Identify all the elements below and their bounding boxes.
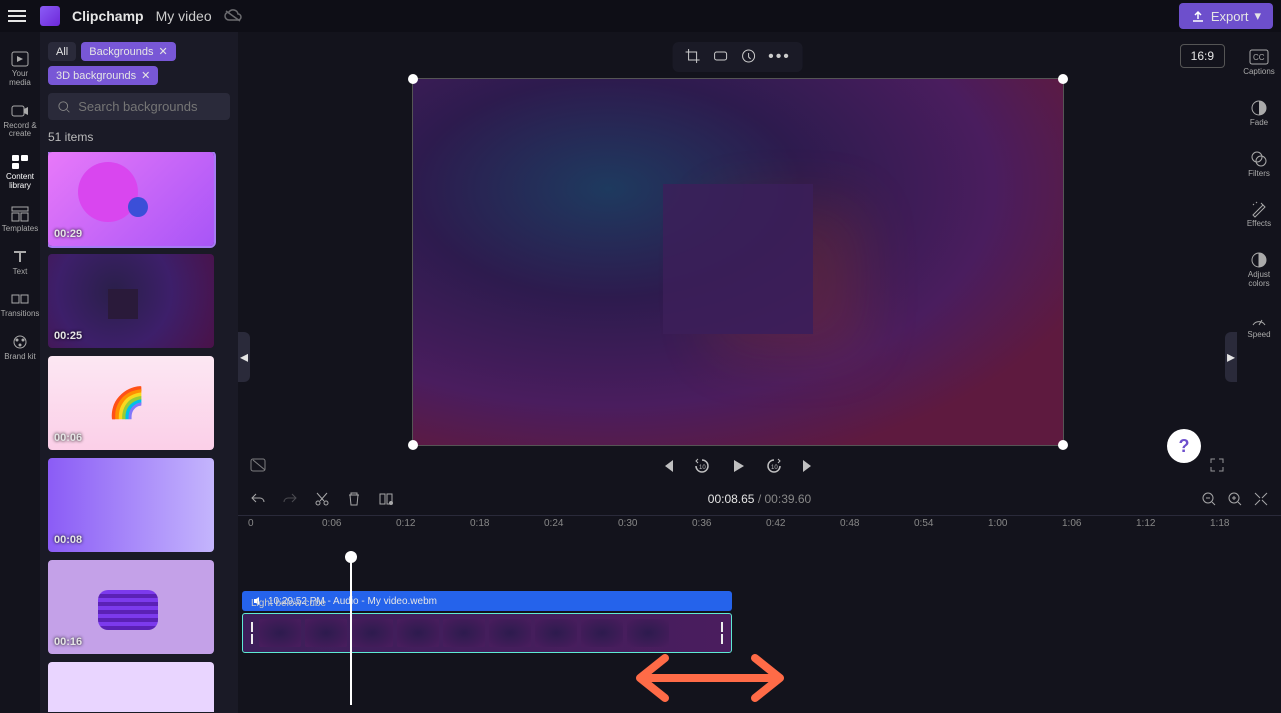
help-button[interactable]: ? bbox=[1167, 429, 1201, 463]
svg-text:10: 10 bbox=[699, 465, 706, 471]
zoom-in-icon[interactable] bbox=[1227, 491, 1243, 507]
brand-name: Clipchamp bbox=[72, 8, 144, 24]
zoom-out-icon[interactable] bbox=[1201, 491, 1217, 507]
menu-button[interactable] bbox=[8, 6, 28, 26]
video-clip[interactable]: Light below cube bbox=[242, 613, 732, 653]
search-icon bbox=[58, 100, 70, 114]
export-button[interactable]: Export ▾ bbox=[1179, 3, 1273, 29]
more-icon[interactable]: ••• bbox=[768, 48, 791, 66]
split-icon[interactable] bbox=[378, 491, 394, 507]
aspect-ratio-button[interactable]: 16:9 bbox=[1180, 44, 1225, 68]
forward-10-icon[interactable]: 10 bbox=[765, 457, 783, 475]
skip-end-icon[interactable] bbox=[801, 458, 817, 474]
undo-icon[interactable] bbox=[250, 491, 266, 507]
timeline-tracks[interactable]: 10:29:52 PM - Audio - My video.webm Ligh… bbox=[238, 535, 1281, 705]
nav-your-media[interactable]: Your media bbox=[0, 46, 40, 92]
skip-start-icon[interactable] bbox=[659, 458, 675, 474]
clip-label: Light below cube bbox=[251, 598, 326, 609]
nav-templates[interactable]: Templates bbox=[0, 201, 40, 238]
crop-icon[interactable] bbox=[684, 48, 700, 64]
bg-thumbnail[interactable]: 00:29 bbox=[48, 152, 214, 246]
prop-speed[interactable]: Speed bbox=[1237, 307, 1281, 344]
filter-chip-3d-backgrounds[interactable]: 3D backgrounds✕ bbox=[48, 66, 158, 85]
upload-icon bbox=[1191, 9, 1205, 23]
search-input-wrapper[interactable] bbox=[48, 93, 230, 120]
prop-adjust-colors[interactable]: Adjust colors bbox=[1237, 247, 1281, 293]
nav-text[interactable]: Text bbox=[0, 244, 40, 281]
pip-icon[interactable] bbox=[740, 48, 756, 64]
app-logo bbox=[40, 6, 60, 26]
bg-thumbnail[interactable]: 00:16 bbox=[48, 560, 214, 654]
svg-text:10: 10 bbox=[771, 465, 778, 471]
timeline-ruler[interactable]: 0 0:06 0:12 0:18 0:24 0:30 0:36 0:42 0:4… bbox=[238, 515, 1281, 535]
bg-thumbnail[interactable]: 00:08 bbox=[48, 458, 214, 552]
close-icon[interactable]: ✕ bbox=[158, 45, 167, 58]
svg-text:CC: CC bbox=[1253, 53, 1265, 62]
resize-handle[interactable] bbox=[408, 440, 418, 450]
remove-video-icon[interactable] bbox=[250, 457, 268, 473]
resize-handle[interactable] bbox=[1058, 440, 1068, 450]
cut-icon[interactable] bbox=[314, 491, 330, 507]
fit-icon[interactable] bbox=[712, 48, 728, 64]
resize-handle[interactable] bbox=[408, 74, 418, 84]
search-input[interactable] bbox=[78, 99, 220, 114]
sync-off-icon bbox=[224, 9, 242, 23]
close-icon[interactable]: ✕ bbox=[141, 69, 150, 82]
prop-effects[interactable]: Effects bbox=[1237, 196, 1281, 233]
play-icon[interactable] bbox=[729, 457, 747, 475]
nav-content-library[interactable]: Content library bbox=[0, 149, 40, 195]
bg-thumbnail[interactable]: 00:06 bbox=[48, 356, 214, 450]
video-title[interactable]: My video bbox=[156, 8, 212, 24]
prop-fade[interactable]: Fade bbox=[1237, 95, 1281, 132]
redo-icon[interactable] bbox=[282, 491, 298, 507]
prop-filters[interactable]: Filters bbox=[1237, 146, 1281, 183]
clip-trim-right[interactable] bbox=[719, 621, 725, 645]
fullscreen-icon[interactable] bbox=[1209, 457, 1225, 473]
resize-handle[interactable] bbox=[1058, 74, 1068, 84]
item-count-label: 51 items bbox=[48, 130, 230, 144]
nav-record-create[interactable]: Record & create bbox=[0, 98, 40, 144]
timeline-timecode: 00:08.65 / 00:39.60 bbox=[708, 492, 811, 506]
clip-trim-left[interactable] bbox=[249, 621, 255, 645]
filter-chip-backgrounds[interactable]: Backgrounds✕ bbox=[81, 42, 175, 61]
chevron-down-icon: ▾ bbox=[1254, 8, 1261, 24]
zoom-fit-icon[interactable] bbox=[1253, 491, 1269, 507]
playhead[interactable] bbox=[350, 557, 352, 705]
trash-icon[interactable] bbox=[346, 491, 362, 507]
nav-brand-kit[interactable]: Brand kit bbox=[0, 329, 40, 366]
rewind-10-icon[interactable]: 10 bbox=[693, 457, 711, 475]
prop-captions[interactable]: CCCaptions bbox=[1237, 44, 1281, 81]
bg-thumbnail[interactable] bbox=[48, 662, 214, 712]
nav-transitions[interactable]: Transitions bbox=[0, 286, 40, 323]
video-preview[interactable] bbox=[412, 78, 1064, 446]
bg-thumbnail[interactable]: 00:25 bbox=[48, 254, 214, 348]
filter-chip-all[interactable]: All bbox=[48, 42, 76, 61]
